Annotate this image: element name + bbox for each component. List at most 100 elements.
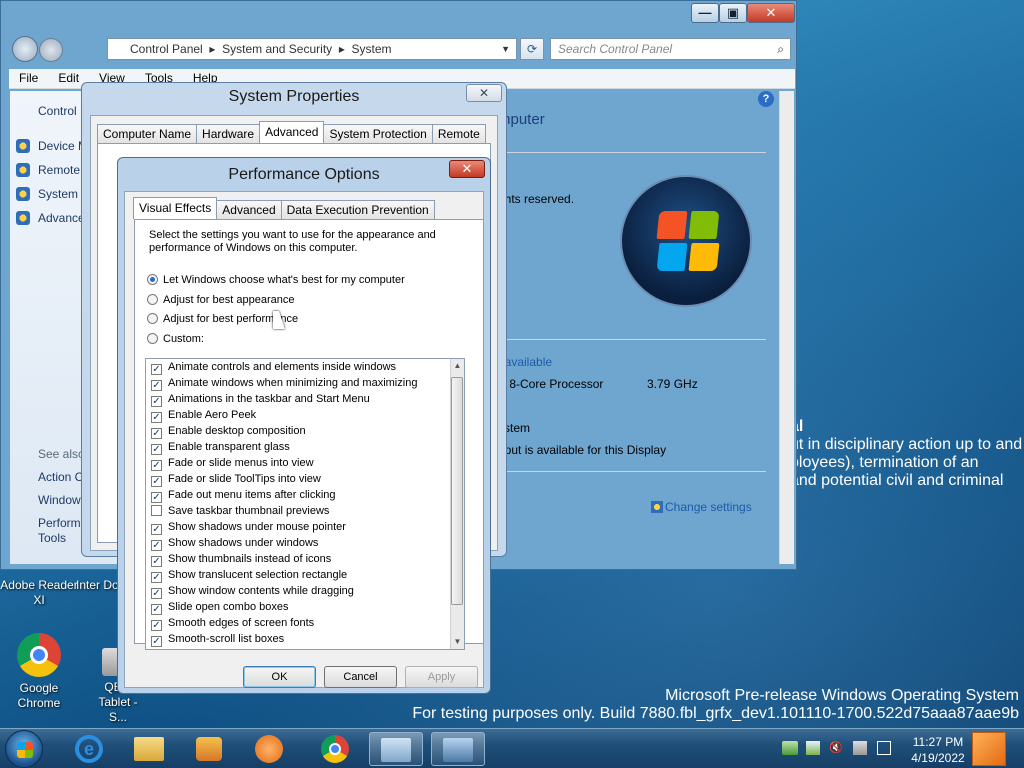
main-scrollbar[interactable]	[779, 91, 794, 564]
effect-label: Show shadows under windows	[168, 537, 319, 549]
taskbar-file-explorer[interactable]	[122, 732, 176, 766]
desktop-icon-google-chrome[interactable]: Google Chrome	[0, 633, 78, 711]
forward-button[interactable]	[39, 38, 63, 62]
scroll-up-icon[interactable]: ▲	[451, 359, 464, 373]
checkbox[interactable]: ✓	[151, 476, 162, 487]
back-button[interactable]	[12, 36, 38, 62]
effect-list-item[interactable]: ✓ Show window contents while dragging	[146, 583, 464, 599]
effect-list-item[interactable]: ✓ Animate windows when minimizing and max…	[146, 375, 464, 391]
show-desktop-button[interactable]	[972, 732, 1006, 766]
checkbox[interactable]: ✓	[151, 540, 162, 551]
checkbox[interactable]: ✓	[151, 428, 162, 439]
checkbox[interactable]: ✓	[151, 524, 162, 535]
effect-list-item[interactable]: ✓ Fade or slide menus into view	[146, 455, 464, 471]
search-input[interactable]: Search Control Panel ⌕	[550, 38, 791, 60]
control-panel-home-link[interactable]: Control	[38, 104, 77, 118]
tab-hardware[interactable]: Hardware	[196, 124, 261, 143]
taskbar-google-chrome[interactable]	[308, 732, 362, 766]
shield-icon	[651, 501, 663, 513]
radio-windows-choose[interactable]: Let Windows choose what's best for my co…	[147, 274, 405, 286]
close-button[interactable]: ✕	[449, 160, 485, 178]
tray-connection-icon[interactable]	[853, 741, 867, 755]
effect-list-item[interactable]: ✓ Animate controls and elements inside wi…	[146, 359, 464, 375]
windows-update-link[interactable]: Windows	[38, 493, 87, 507]
apply-button[interactable]: Apply	[405, 666, 478, 688]
taskbar-media-player[interactable]	[182, 732, 236, 766]
effect-list-item[interactable]: ✓ Show shadows under windows	[146, 535, 464, 551]
checkbox[interactable]: ✓	[151, 636, 162, 647]
effect-list-item[interactable]: ✓ Fade or slide ToolTips into view	[146, 471, 464, 487]
breadcrumb-system[interactable]: System	[352, 42, 392, 56]
tray-flag-icon[interactable]	[806, 741, 820, 755]
tab-advanced[interactable]: Advanced	[216, 200, 282, 219]
checkbox[interactable]: ✓	[151, 396, 162, 407]
radio-button[interactable]	[147, 333, 158, 344]
list-scrollbar[interactable]: ▲ ▼	[450, 359, 464, 649]
effect-list-item[interactable]: ✓ Enable transparent glass	[146, 439, 464, 455]
tab-system-protection[interactable]: System Protection	[323, 124, 433, 143]
desktop-icon-adobe-reader[interactable]: Adobe Reader XI	[0, 578, 78, 608]
maximize-button[interactable]: ▣	[719, 3, 747, 23]
effect-label: Show shadows under mouse pointer	[168, 521, 346, 533]
effect-list-item[interactable]: ✓ Enable Aero Peek	[146, 407, 464, 423]
checkbox[interactable]: ✓	[151, 364, 162, 375]
taskbar-system-properties[interactable]	[431, 732, 485, 766]
checkbox[interactable]: ✓	[151, 444, 162, 455]
checkbox[interactable]: ✓	[151, 572, 162, 583]
tray-clock[interactable]: 11:27 PM 4/19/2022	[908, 734, 968, 766]
taskbar-internet-explorer[interactable]: e	[62, 732, 116, 766]
menu-file[interactable]: File	[9, 69, 48, 85]
breadcrumb-control-panel[interactable]: Control Panel	[130, 42, 203, 56]
close-button[interactable]: ✕	[466, 84, 502, 102]
effect-list-item[interactable]: ✓ Slide open combo boxes	[146, 599, 464, 615]
address-bar[interactable]: Control Panel ▸ System and Security ▸ Sy…	[107, 38, 517, 60]
effect-list-item[interactable]: ✓ Smooth-scroll list boxes	[146, 631, 464, 647]
effect-list-item[interactable]: ✓ Show translucent selection rectangle	[146, 567, 464, 583]
checkbox[interactable]: ✓	[151, 412, 162, 423]
radio-button[interactable]	[147, 313, 158, 324]
start-button[interactable]	[5, 730, 43, 768]
tab-visual-effects[interactable]: Visual Effects	[133, 197, 218, 219]
effect-list-item[interactable]: ✓ Show thumbnails instead of icons	[146, 551, 464, 567]
cancel-button[interactable]: Cancel	[324, 666, 397, 688]
mouse-pointer-icon	[273, 311, 285, 329]
checkbox[interactable]: ✓	[151, 380, 162, 391]
radio-button[interactable]	[147, 294, 158, 305]
tab-advanced[interactable]: Advanced	[259, 121, 325, 143]
ok-button[interactable]: OK	[243, 666, 316, 688]
tab-data-execution-prevention[interactable]: Data Execution Prevention	[280, 200, 435, 219]
tray-network-icon[interactable]	[782, 741, 798, 755]
effect-list-item[interactable]: ✓ Smooth edges of screen fonts	[146, 615, 464, 631]
checkbox[interactable]: ✓	[151, 620, 162, 631]
checkbox[interactable]: ✓	[151, 492, 162, 503]
tray-display-icon[interactable]	[877, 741, 891, 755]
tab-computer-name[interactable]: Computer Name	[97, 124, 198, 143]
radio-custom[interactable]: Custom:	[147, 333, 204, 345]
checkbox[interactable]: ✓	[151, 556, 162, 567]
effect-list-item[interactable]: ✓ Fade out menu items after clicking	[146, 487, 464, 503]
chevron-down-icon[interactable]: ▼	[501, 39, 510, 59]
checkbox[interactable]: ✓	[151, 604, 162, 615]
effect-list-item[interactable]: ✓ Show shadows under mouse pointer	[146, 519, 464, 535]
radio-button[interactable]	[147, 274, 158, 285]
effect-list-item[interactable]: Save taskbar thumbnail previews	[146, 503, 464, 519]
close-button[interactable]: ✕	[747, 3, 795, 23]
search-icon: ⌕	[777, 42, 784, 56]
scroll-down-icon[interactable]: ▼	[451, 635, 464, 649]
refresh-button[interactable]: ⟳	[520, 38, 544, 60]
effect-list-item[interactable]: ✓ Enable desktop composition	[146, 423, 464, 439]
effect-list-item[interactable]: ✓ Animations in the taskbar and Start Men…	[146, 391, 464, 407]
tab-remote[interactable]: Remote	[431, 124, 486, 143]
tray-volume-muted-icon[interactable]: 🔇	[829, 741, 843, 755]
checkbox[interactable]: ✓	[151, 588, 162, 599]
radio-best-appearance[interactable]: Adjust for best appearance	[147, 294, 294, 306]
checkbox[interactable]: ✓	[151, 460, 162, 471]
taskbar-control-panel[interactable]	[369, 732, 423, 766]
help-icon[interactable]: ?	[758, 91, 774, 107]
checkbox[interactable]	[151, 505, 162, 516]
taskbar-uc-browser[interactable]	[242, 732, 296, 766]
change-settings-link[interactable]: Change settings	[651, 500, 752, 514]
scrollbar-thumb[interactable]	[451, 377, 463, 605]
breadcrumb-system-security[interactable]: System and Security	[222, 42, 332, 56]
minimize-button[interactable]: —	[691, 3, 719, 23]
